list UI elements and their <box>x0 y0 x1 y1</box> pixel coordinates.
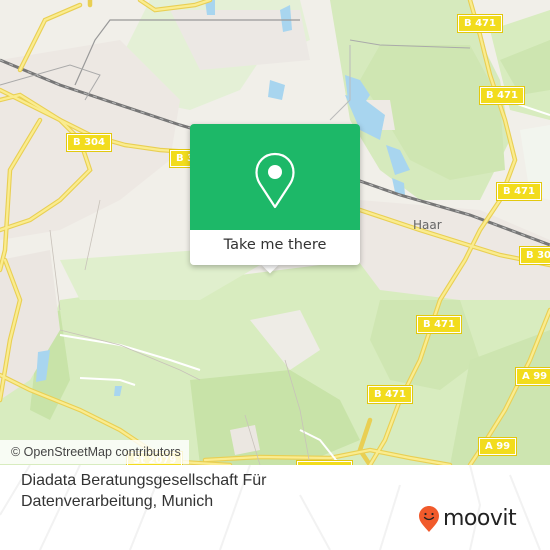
place-name: Diadata Beratungsgesellschaft Für Datenv… <box>21 472 267 510</box>
road-shield-a99: A 99 <box>477 437 518 456</box>
take-me-there-button[interactable]: Take me there <box>190 230 360 265</box>
road-shield-b304: B 304 <box>66 133 112 152</box>
road-shield-a99: A 99 <box>514 367 550 386</box>
road-shield-b471: B 471 <box>479 86 525 105</box>
road-shield-b471: B 471 <box>367 385 413 404</box>
location-pin-icon <box>255 152 295 209</box>
popup-header <box>190 124 360 230</box>
road-shield-b304: B 304 <box>519 246 550 265</box>
map-attribution[interactable]: © OpenStreetMap contributors <box>0 440 189 464</box>
road-shield-b471: B 471 <box>496 182 542 201</box>
location-popup: Take me there <box>190 124 360 265</box>
road-shield-b471: B 471 <box>416 315 462 334</box>
moovit-wordmark: moovit <box>443 506 517 531</box>
moovit-logo[interactable]: moovit <box>418 505 517 533</box>
moovit-pin-icon <box>419 506 439 532</box>
road-shield-b471: B 471 <box>457 14 503 33</box>
map-place-label-haar: Haar <box>413 218 442 232</box>
